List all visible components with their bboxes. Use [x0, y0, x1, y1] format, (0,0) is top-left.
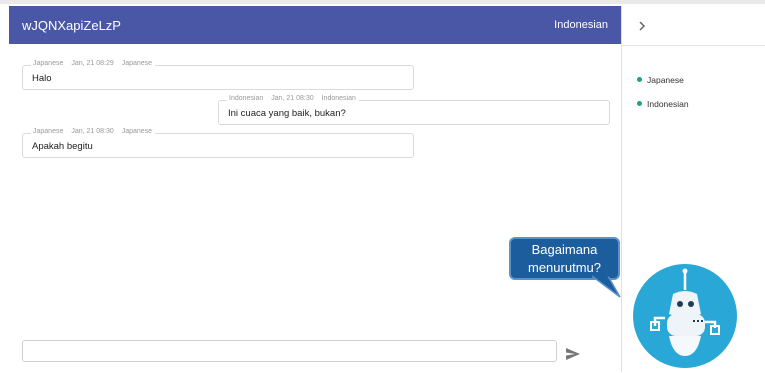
speech-bubble-tail	[591, 275, 621, 298]
chevron-right-icon[interactable]	[634, 18, 650, 34]
language-item-indonesian[interactable]: Indonesian	[637, 99, 689, 109]
panel-header-divider	[622, 45, 765, 46]
language-label: Indonesian	[647, 99, 689, 109]
message-source-lang: Japanese	[33, 128, 64, 135]
message-meta: Indonesian Jan, 21 08:30 Indonesian	[227, 95, 359, 102]
current-language[interactable]: Indonesian	[554, 19, 608, 31]
message-text: Ini cuaca yang baik, bukan?	[228, 108, 346, 119]
chat-message: Japanese Jan, 21 08:29 Japanese Halo	[22, 60, 414, 90]
message-input[interactable]	[22, 340, 557, 362]
message-meta: Japanese Jan, 21 08:30 Japanese	[31, 128, 156, 135]
message-target-lang: Japanese	[121, 128, 153, 135]
message-time: Jan, 21 08:29	[71, 60, 114, 67]
language-item-japanese[interactable]: Japanese	[637, 75, 684, 85]
app-header: wJQNXapiZeLzP Indonesian	[9, 6, 621, 44]
send-icon[interactable]	[566, 347, 580, 360]
message-target-lang: Japanese	[121, 60, 153, 67]
chat-message: Indonesian Jan, 21 08:30 Indonesian Ini …	[218, 95, 610, 125]
message-meta: Japanese Jan, 21 08:29 Japanese	[31, 60, 156, 67]
window-top-edge	[0, 0, 765, 4]
language-label: Japanese	[647, 75, 684, 85]
message-text: Apakah begitu	[32, 141, 93, 152]
robot-icon[interactable]	[633, 264, 737, 368]
message-text: Halo	[32, 73, 52, 84]
status-dot	[637, 101, 642, 106]
chat-message: Japanese Jan, 21 08:30 Japanese Apakah b…	[22, 128, 414, 158]
assistant-speech-bubble: Bagaimana menurutmu?	[509, 237, 620, 280]
bubble-line-1: Bagaimana	[531, 242, 598, 257]
message-source-lang: Indonesian	[229, 95, 264, 102]
status-dot	[637, 77, 642, 82]
room-title: wJQNXapiZeLzP	[22, 18, 121, 33]
message-source-lang: Japanese	[33, 60, 64, 67]
message-time: Jan, 21 08:30	[271, 95, 314, 102]
message-target-lang: Indonesian	[321, 95, 356, 102]
message-time: Jan, 21 08:30	[71, 128, 114, 135]
